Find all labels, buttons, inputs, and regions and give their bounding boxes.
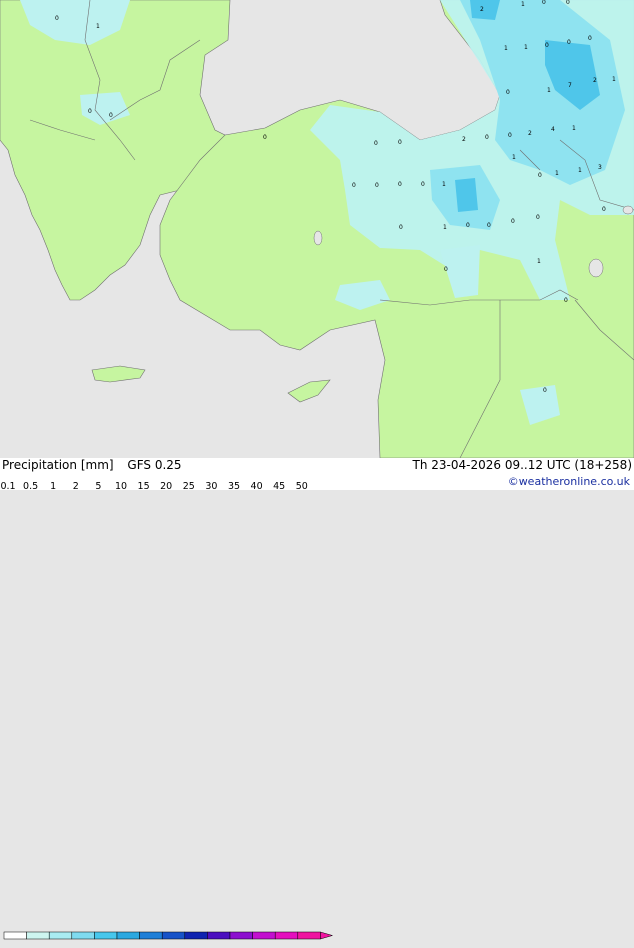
legend-arrow: [320, 931, 334, 940]
legend-tick-label: 35: [227, 481, 241, 492]
precip-value: 0: [602, 206, 606, 213]
precip-value: 0: [375, 182, 379, 189]
legend-tick-label: 15: [137, 481, 150, 492]
precip-value: 3: [598, 164, 602, 171]
precip-value: 0: [263, 134, 267, 141]
precip-value: 4: [551, 126, 555, 133]
legend-tick-label: 50: [295, 481, 308, 492]
legend-tick-label: 5: [95, 481, 102, 492]
lake-sevan: [622, 205, 634, 215]
precip-value: 2: [593, 77, 597, 84]
site-credit: ©weatheronline.co.uk: [507, 475, 630, 488]
legend-swatch: [139, 931, 163, 940]
precip-value: 1: [555, 170, 559, 177]
legend-tick-label: 30: [205, 481, 218, 492]
precip-value: 1: [504, 45, 508, 52]
precip-value: 1: [537, 258, 541, 265]
precip-value: 0: [506, 89, 510, 96]
legend-tick-label: 0.1: [0, 481, 16, 492]
legend-swatch: [3, 931, 27, 940]
legend-swatch: [48, 931, 73, 940]
precip-value: 0: [485, 134, 489, 141]
precip-value: 1: [612, 76, 616, 83]
legend-tick-label: 25: [182, 481, 195, 492]
precip-value: 1: [443, 224, 447, 231]
precipitation-map: 0 2 1 0 0 1 1 0 0 0 0 1 7 2 1 0 0 1 0 2 …: [0, 0, 634, 458]
precip-value: 0: [564, 297, 568, 304]
legend-tick-label: 40: [250, 481, 263, 492]
precip-value: 0: [508, 132, 512, 139]
legend-tick-label: 0.5: [23, 481, 39, 492]
map-title: Precipitation [mm] GFS 0.25: [2, 458, 182, 472]
legend-swatch: [71, 931, 95, 940]
legend-swatch: [252, 931, 276, 940]
legend-swatch: [207, 931, 231, 940]
precip-value: 0: [421, 181, 425, 188]
precip-value: 0: [566, 0, 570, 6]
precip-value: 0: [109, 112, 113, 119]
map-canvas: 0 2 1 0 0 1 1 0 0 0 0 1 7 2 1 0 0 1 0 2 …: [0, 0, 634, 458]
legend-swatch: [229, 931, 253, 940]
legend-tick-label: 45: [273, 481, 286, 492]
precip-value: 1: [578, 167, 582, 174]
precip-value: 0: [536, 214, 540, 221]
model-label: GFS 0.25: [127, 458, 182, 472]
precip-value: 0: [466, 222, 470, 229]
precip-value: 7: [568, 82, 572, 89]
precip-value: 0: [588, 35, 592, 42]
precip-value: 0: [374, 140, 378, 147]
valid-time: Th 23-04-2026 09..12 UTC (18+258): [412, 458, 632, 472]
lake-tuz: [313, 230, 323, 246]
precip-value: 1: [442, 181, 446, 188]
legend-tick-label: 20: [160, 481, 173, 492]
precip-value: 2: [528, 130, 532, 137]
precip-value: 0: [542, 0, 546, 6]
precip-value: 0: [352, 182, 356, 189]
precip-value: 1: [512, 154, 516, 161]
precip-value: 0: [398, 139, 402, 146]
precip-area-heavy: [470, 0, 500, 20]
precip-value: 0: [399, 224, 403, 231]
precip-value: 1: [96, 23, 100, 30]
precip-value: 0: [538, 172, 542, 179]
precip-value: 0: [88, 108, 92, 115]
precip-value: 0: [55, 15, 59, 22]
precip-value: 2: [462, 136, 466, 143]
legend-tick-label: 10: [114, 481, 128, 492]
precip-area-heavy: [455, 178, 478, 212]
precip-value: 1: [572, 125, 576, 132]
lake-van: [588, 258, 604, 278]
precip-value: 0: [487, 222, 491, 229]
precip-value: 1: [547, 87, 551, 94]
precip-value: 0: [567, 39, 571, 46]
precip-value: 0: [511, 218, 515, 225]
precip-value: 1: [521, 1, 525, 8]
precip-value: 0: [543, 387, 547, 394]
precip-value: 0: [398, 181, 402, 188]
legend-tick-label: 1: [50, 481, 57, 492]
precip-value: 0: [545, 42, 549, 49]
legend-swatch: [297, 931, 321, 940]
precip-value: 0: [444, 266, 448, 273]
legend-swatch: [274, 931, 299, 940]
legend-swatch: [184, 931, 208, 940]
legend-swatch: [26, 931, 50, 940]
title-label: Precipitation [mm]: [2, 458, 114, 472]
legend-colorbar: [3, 931, 334, 940]
precip-value: 2: [480, 6, 484, 13]
legend-swatch: [116, 931, 140, 940]
legend-swatch: [161, 931, 186, 940]
legend-tick-label: 2: [72, 481, 79, 492]
legend-swatch: [94, 931, 118, 940]
precip-value: 1: [524, 44, 528, 51]
